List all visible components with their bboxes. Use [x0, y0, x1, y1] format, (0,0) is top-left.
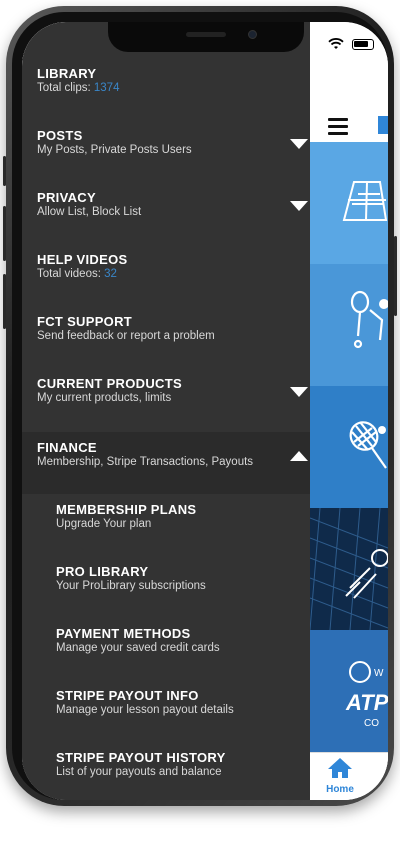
atp-tile[interactable]: W ATP CO [310, 630, 388, 752]
volume-down-button [3, 274, 6, 329]
videos-count: 32 [104, 268, 117, 280]
court-net-image [310, 508, 388, 630]
submenu-item-title: STRIPE PAYOUT INFO [56, 688, 199, 703]
clips-count: 1374 [93, 82, 120, 94]
menu-item-title: FCT SUPPORT [37, 314, 133, 329]
videos-label: Total videos: [37, 268, 101, 280]
menu-item-title: POSTS [37, 128, 83, 143]
submenu-item-title: MEMBERSHIP PLANS [56, 502, 197, 517]
menu-item-title: LIBRARY [37, 66, 97, 81]
menu-item-finance[interactable]: FINANCE Membership, Stripe Transactions,… [22, 432, 310, 494]
menu-item-subtitle: Send feedback or report a problem [37, 330, 215, 342]
menu-item-fct-support[interactable]: FCT SUPPORT Send feedback or report a pr… [22, 306, 310, 368]
menu-item-subtitle: Total videos: 32 [37, 268, 117, 280]
menu-item-title: CURRENT PRODUCTS [37, 376, 182, 391]
submenu-item-stripe-payout-history[interactable]: STRIPE PAYOUT HISTORY List of your payou… [22, 742, 310, 800]
finance-submenu: MEMBERSHIP PLANS Upgrade Your plan PRO L… [22, 494, 310, 800]
court-tile[interactable] [310, 142, 388, 264]
submenu-item-membership-plans[interactable]: MEMBERSHIP PLANS Upgrade Your plan [22, 494, 310, 556]
menu-item-subtitle: My current products, limits [37, 392, 172, 404]
tennis-player-icon [350, 290, 388, 349]
chevron-down-icon[interactable] [290, 201, 308, 211]
submenu-item-pro-library[interactable]: PRO LIBRARY Your ProLibrary subscription… [22, 556, 310, 618]
menu-item-subtitle: Membership, Stripe Transactions, Payouts [37, 456, 254, 468]
hamburger-icon[interactable] [328, 118, 348, 135]
notch [108, 22, 304, 52]
submenu-item-subtitle: Manage your lesson payout details [56, 704, 234, 716]
menu-item-subtitle: My Posts, Private Posts Users [37, 144, 192, 156]
submenu-item-subtitle: Your ProLibrary subscriptions [56, 580, 206, 592]
submenu-item-subtitle: Upgrade Your plan [56, 518, 152, 530]
submenu-item-title: STRIPE PAYOUT HISTORY [56, 750, 226, 765]
menu-item-library[interactable]: LIBRARY Total clips: 1374 [22, 58, 310, 120]
submenu-item-title: PAYMENT METHODS [56, 626, 191, 641]
menu-item-help-videos[interactable]: HELP VIDEOS Total videos: 32 [22, 244, 310, 306]
menu-item-title: FINANCE [37, 440, 97, 455]
submenu-item-subtitle: List of your payouts and balance [56, 766, 222, 778]
app-header [310, 72, 388, 142]
rackets-tile[interactable] [310, 386, 388, 508]
submenu-item-payment-methods[interactable]: PAYMENT METHODS Manage your saved credit… [22, 618, 310, 680]
submenu-item-stripe-payout-info[interactable]: STRIPE PAYOUT INFO Manage your lesson pa… [22, 680, 310, 742]
tab-bar: Home [310, 752, 388, 800]
battery-icon [352, 38, 374, 50]
app-logo [378, 116, 388, 134]
front-camera [248, 30, 257, 39]
clips-label: Total clips: [37, 82, 91, 94]
chevron-down-icon[interactable] [290, 139, 308, 149]
crossed-rackets-icon [349, 421, 387, 469]
volume-up-button [3, 206, 6, 261]
tennis-court-icon [342, 181, 388, 221]
tab-home-label: Home [326, 784, 354, 795]
menu-item-subtitle: Total clips: 1374 [37, 82, 119, 94]
home-icon [328, 758, 352, 778]
menu-item-current-products[interactable]: CURRENT PRODUCTS My current products, li… [22, 368, 310, 430]
tab-home[interactable]: Home [318, 757, 362, 795]
phone-bezel: W ATP CO Home LIBRARY Total clips: 1374 … [12, 12, 388, 800]
menu-item-title: PRIVACY [37, 190, 96, 205]
screen: W ATP CO Home LIBRARY Total clips: 1374 … [22, 22, 388, 800]
navigation-drawer: LIBRARY Total clips: 1374 POSTS My Posts… [22, 22, 310, 800]
menu-item-title: HELP VIDEOS [37, 252, 128, 267]
atp-logo: W ATP CO [345, 661, 388, 729]
player-tile[interactable] [310, 264, 388, 386]
chevron-down-icon[interactable] [290, 387, 308, 397]
mute-switch [3, 156, 6, 186]
svg-text:W: W [374, 668, 384, 679]
phone-frame: W ATP CO Home LIBRARY Total clips: 1374 … [3, 6, 397, 806]
power-button [394, 236, 397, 316]
submenu-item-subtitle: Manage your saved credit cards [56, 642, 220, 654]
svg-text:ATP: ATP [345, 690, 388, 715]
svg-text:CO: CO [364, 718, 379, 729]
speaker [186, 32, 226, 37]
status-bar [328, 38, 374, 50]
court-net-tile[interactable] [310, 508, 388, 630]
submenu-item-title: PRO LIBRARY [56, 564, 149, 579]
menu-item-posts[interactable]: POSTS My Posts, Private Posts Users [22, 120, 310, 182]
chevron-up-icon[interactable] [290, 451, 308, 461]
wifi-icon [328, 38, 344, 49]
menu-item-privacy[interactable]: PRIVACY Allow List, Block List [22, 182, 310, 244]
menu-item-subtitle: Allow List, Block List [37, 206, 142, 218]
